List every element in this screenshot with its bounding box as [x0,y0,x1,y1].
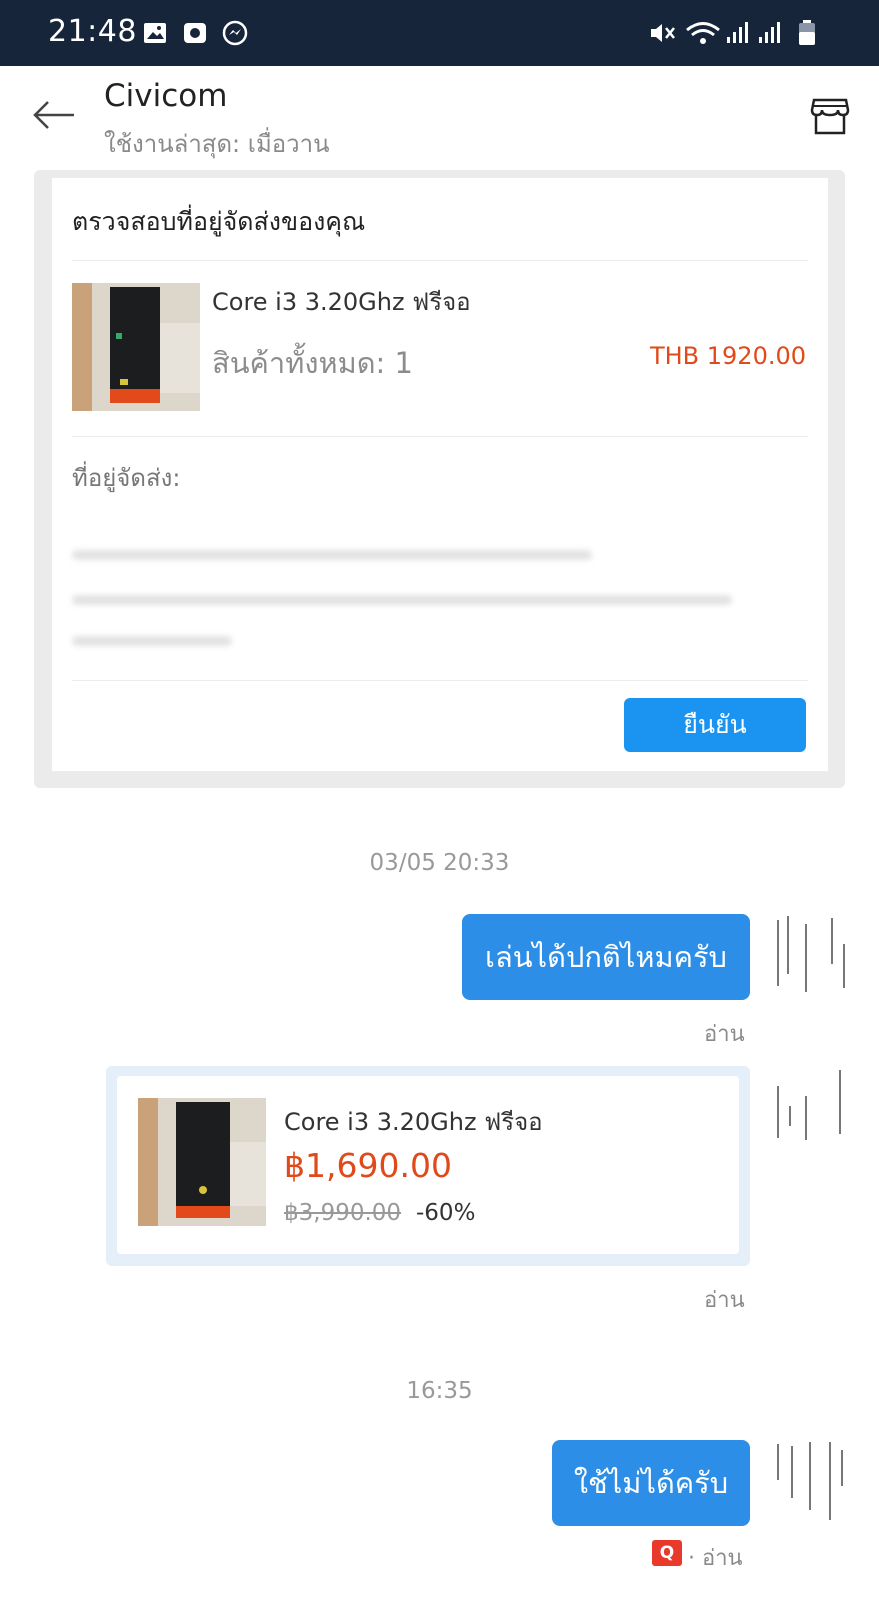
chat-header: Civicom ใช้งานล่าสุด: เมื่อวาน [0,66,879,166]
computer-tower-image [72,283,200,411]
order-total: THB 1920.00 [649,342,806,370]
divider [72,436,808,437]
status-bar: 21:48 [0,0,879,66]
sent-message-bubble[interactable]: เล่นได้ปกติไหมครับ [462,914,750,1000]
messenger-icon [222,20,248,46]
read-status: อ่าน [704,1288,745,1313]
gallery-icon [144,23,166,43]
message-timestamp: 16:35 [406,1378,473,1404]
read-status: · อ่าน [688,1546,743,1571]
wifi-icon [686,22,720,44]
product-thumbnail[interactable] [72,283,200,411]
original-price: ฿3,990.00 [284,1200,402,1226]
redacted-address-line [72,636,232,646]
message-timestamp: 03/05 20:33 [369,850,510,876]
shop-icon[interactable] [810,96,850,136]
back-arrow-icon[interactable] [32,100,76,130]
mute-icon [651,24,675,42]
address-card-heading: ตรวจสอบที่อยู่จัดส่งของคุณ [72,207,366,236]
last-active-status: ใช้งานล่าสุด: เมื่อวาน [104,130,330,158]
status-time: 21:48 [48,14,137,49]
camera-icon [184,23,206,43]
divider [72,680,808,681]
signal-icon [727,22,748,43]
q-app-icon: Q [652,1540,682,1566]
address-label: ที่อยู่จัดส่ง: [72,464,181,492]
discount-badge: -60% [416,1200,476,1226]
redacted-address-line [72,595,732,605]
read-status: อ่าน [704,1022,745,1047]
sent-message-bubble[interactable]: ใช้ไม่ได้ครับ [552,1440,750,1526]
chat-title[interactable]: Civicom [104,78,227,114]
product-name: Core i3 3.20Ghz ฟรีจอ [284,1108,543,1136]
product-price: ฿1,690.00 [284,1146,452,1185]
product-thumbnail[interactable] [138,1098,266,1226]
avatar[interactable] [774,1066,850,1146]
battery-icon [799,20,815,45]
avatar[interactable] [774,914,850,994]
divider [72,260,808,261]
computer-tower-image [138,1098,266,1226]
product-quantity: สินค้าทั้งหมด: 1 [212,346,413,380]
redacted-address-line [72,550,592,560]
signal-icon [759,22,780,43]
product-name: Core i3 3.20Ghz ฟรีจอ [212,288,471,316]
confirm-button[interactable]: ยืนยัน [624,698,806,752]
avatar[interactable] [774,1440,850,1520]
